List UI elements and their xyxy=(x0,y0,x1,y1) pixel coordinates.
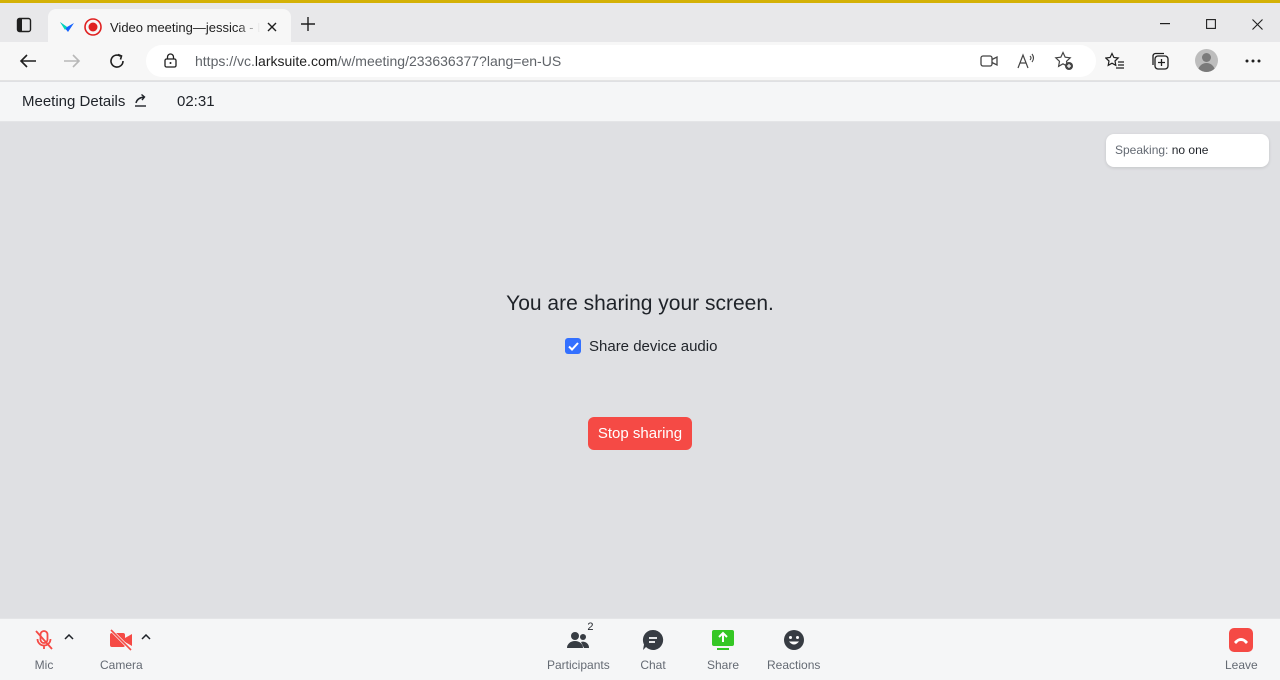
tab-close-icon[interactable] xyxy=(263,18,281,36)
chat-icon xyxy=(640,627,666,653)
camera-permission-icon[interactable] xyxy=(978,51,1000,71)
recording-indicator-icon xyxy=(84,18,102,36)
leave-label: Leave xyxy=(1225,658,1258,672)
window-close-icon[interactable] xyxy=(1234,11,1280,37)
participant-count-badge: 2 xyxy=(587,621,594,633)
share-audio-label[interactable]: Share device audio xyxy=(589,338,717,355)
back-arrow-icon[interactable] xyxy=(14,48,42,74)
share-audio-checkbox[interactable] xyxy=(565,338,581,354)
reload-icon[interactable] xyxy=(103,48,131,74)
meeting-header: Meeting Details 02:31 xyxy=(0,82,1280,122)
tab-title: Video meeting—jessica - Lark xyxy=(110,19,260,35)
meeting-stage: Speaking: no one You are sharing your sc… xyxy=(0,122,1280,618)
sharing-status-message: You are sharing your screen. xyxy=(506,292,774,315)
url-text: https://vc.larksuite.com/w/meeting/23363… xyxy=(195,53,562,69)
favorites-icon[interactable] xyxy=(1102,48,1128,74)
tab-actions-icon[interactable] xyxy=(10,12,38,38)
meeting-toolbar: Mic Camera 2 Participants Chat Share Rea… xyxy=(0,618,1280,680)
reactions-icon xyxy=(781,627,807,653)
maximize-icon[interactable] xyxy=(1188,11,1234,37)
browser-tab-strip: Video meeting—jessica - Lark xyxy=(0,3,1280,45)
speaking-label: Speaking: xyxy=(1115,143,1169,157)
mic-label: Mic xyxy=(34,658,54,672)
mic-muted-icon xyxy=(31,627,57,653)
reactions-label: Reactions xyxy=(767,658,821,672)
camera-options-caret-icon[interactable] xyxy=(140,631,152,643)
participants-icon: 2 xyxy=(565,621,593,653)
browser-tab-active[interactable]: Video meeting—jessica - Lark xyxy=(48,9,291,45)
address-bar[interactable]: https://vc.larksuite.com/w/meeting/23363… xyxy=(146,45,1096,77)
collections-icon[interactable] xyxy=(1147,48,1173,74)
external-share-icon[interactable] xyxy=(134,93,148,112)
add-favorite-icon[interactable] xyxy=(1053,51,1075,71)
more-menu-icon[interactable] xyxy=(1240,48,1266,74)
share-screen-icon xyxy=(710,627,736,653)
new-tab-icon[interactable] xyxy=(297,13,319,35)
meeting-timer: 02:31 xyxy=(177,93,215,110)
share-audio-option[interactable]: Share device audio xyxy=(565,337,717,355)
participants-label: Participants xyxy=(547,658,610,672)
browser-toolbar: https://vc.larksuite.com/w/meeting/23363… xyxy=(0,42,1280,81)
chat-button[interactable]: Chat xyxy=(640,627,666,672)
stop-sharing-button[interactable]: Stop sharing xyxy=(588,417,692,450)
lark-favicon-icon xyxy=(58,18,76,36)
meeting-details-link[interactable]: Meeting Details xyxy=(22,93,125,110)
chat-label: Chat xyxy=(640,658,666,672)
camera-button[interactable]: Camera xyxy=(100,627,143,672)
share-button[interactable]: Share xyxy=(707,627,739,672)
mic-button[interactable]: Mic xyxy=(31,627,57,672)
share-label: Share xyxy=(707,658,740,672)
lock-icon[interactable] xyxy=(164,53,177,73)
forward-arrow-icon[interactable] xyxy=(58,48,86,74)
leave-button[interactable]: Leave xyxy=(1225,627,1258,672)
minimize-icon[interactable] xyxy=(1142,11,1188,37)
speaking-value: no one xyxy=(1171,143,1209,157)
camera-label: Camera xyxy=(100,658,143,672)
participants-button[interactable]: 2 Participants xyxy=(547,621,610,672)
read-aloud-icon[interactable] xyxy=(1016,51,1038,71)
hang-up-icon xyxy=(1228,627,1254,653)
mic-options-caret-icon[interactable] xyxy=(63,631,75,643)
camera-off-icon xyxy=(108,627,134,653)
profile-avatar[interactable] xyxy=(1195,49,1218,72)
reactions-button[interactable]: Reactions xyxy=(767,627,820,672)
speaking-indicator: Speaking: no one xyxy=(1106,134,1269,167)
